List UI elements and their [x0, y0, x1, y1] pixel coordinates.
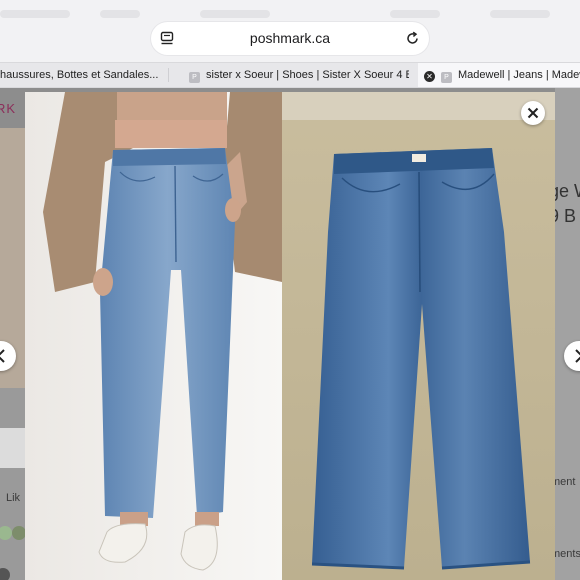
poshmark-favicon-icon: P	[441, 72, 452, 83]
faded-toolbar-item	[0, 10, 70, 18]
chevron-right-icon[interactable]	[564, 341, 580, 371]
tab-title: sister x Soeur | Shoes | Sister X Soeur …	[206, 69, 409, 81]
tab-title: haussures, Bottes et Sandales...	[0, 69, 159, 81]
poshmark-logo[interactable]: RK	[0, 101, 16, 116]
tab-madewell[interactable]: ✕ P Madewell | Jeans | Madewell	[418, 63, 580, 87]
next-image-button[interactable]	[564, 341, 580, 371]
previous-image-button[interactable]	[0, 341, 16, 371]
avatar[interactable]	[12, 526, 26, 540]
avatar[interactable]	[0, 526, 12, 540]
comments-fragment: ments	[551, 548, 580, 560]
product-photo-flatlay-image	[282, 92, 555, 580]
tab-shoes[interactable]: haussures, Bottes et Sandales...	[0, 63, 160, 87]
address-bar[interactable]: poshmark.ca	[151, 22, 429, 55]
reload-icon[interactable]	[405, 31, 420, 46]
tab-sister-soeur[interactable]: Psister x Soeur | Shoes | Sister X Soeur…	[189, 63, 409, 87]
tab-separator	[168, 68, 169, 82]
product-photo-flatlay	[282, 92, 555, 580]
url-text[interactable]: poshmark.ca	[151, 30, 429, 46]
chevron-left-icon[interactable]	[0, 341, 16, 371]
product-photo-model-image	[25, 92, 282, 580]
close-tab-icon[interactable]: ✕	[424, 71, 435, 82]
close-button[interactable]	[521, 101, 545, 125]
faded-toolbar-item	[200, 10, 270, 18]
product-photo-model	[25, 92, 282, 580]
faded-toolbar-item	[100, 10, 140, 18]
page-content: RK Lik ge W 9 B ment ments	[0, 88, 580, 580]
avatar[interactable]	[0, 568, 10, 580]
like-label[interactable]: Lik	[6, 492, 20, 504]
poshmark-favicon-icon: P	[189, 72, 200, 83]
background-listing-right: ge W 9 B ment ments	[549, 88, 580, 580]
faded-toolbar-item	[390, 10, 440, 18]
faded-toolbar-item	[490, 10, 550, 18]
browser-toolbar: poshmark.ca	[0, 0, 580, 62]
tab-title: Madewell | Jeans | Madewell	[458, 69, 580, 81]
tab-strip: haussures, Bottes et Sandales... Psister…	[0, 62, 580, 88]
close-icon[interactable]	[521, 101, 545, 125]
